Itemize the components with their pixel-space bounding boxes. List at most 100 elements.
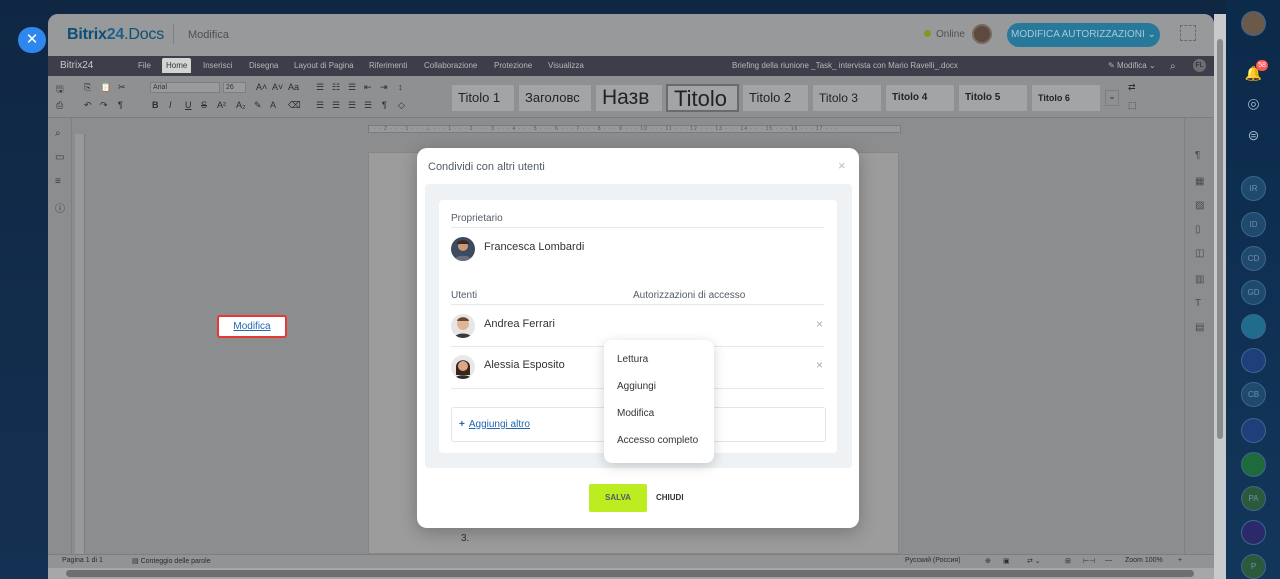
- style-title-ru[interactable]: Назв: [595, 84, 663, 112]
- style-heading-3[interactable]: Titolo 3: [812, 84, 882, 112]
- spellcheck-icon[interactable]: ▣: [1003, 557, 1010, 565]
- menu-insert[interactable]: Inserisci: [203, 61, 232, 70]
- chat-icon[interactable]: [1241, 314, 1266, 339]
- fullscreen-icon[interactable]: [1180, 25, 1196, 41]
- horizontal-scrollbar[interactable]: [48, 568, 1214, 579]
- bullet-list-icon[interactable]: ☰: [316, 82, 324, 93]
- close-icon[interactable]: ×: [838, 158, 846, 173]
- vertical-scrollbar[interactable]: [1214, 14, 1226, 579]
- horizontal-ruler[interactable]: · · · 2 · · · 1 · · · ⌂ · · · 1 · · · 2 …: [368, 125, 901, 133]
- menu-view[interactable]: Visualizza: [548, 61, 584, 70]
- shape-settings-icon[interactable]: ◫: [1195, 248, 1204, 259]
- italic-icon[interactable]: I: [169, 100, 172, 110]
- chart-settings-icon[interactable]: ▥: [1195, 274, 1204, 285]
- team-icon[interactable]: [1241, 452, 1266, 477]
- menu-collaboration[interactable]: Collaborazione: [424, 61, 477, 70]
- menu-references[interactable]: Riferimenti: [369, 61, 407, 70]
- increase-indent-icon[interactable]: ⇥: [380, 82, 388, 93]
- multilevel-list-icon[interactable]: ☰: [348, 82, 356, 93]
- search-chat-icon[interactable]: ⊜: [1241, 124, 1266, 149]
- contact-avatar-pa[interactable]: PA: [1241, 486, 1266, 511]
- fit-width-icon[interactable]: ⊢⊣: [1083, 557, 1095, 565]
- menu-file[interactable]: File: [138, 61, 151, 70]
- search-icon[interactable]: ⌕: [55, 128, 61, 139]
- word-count[interactable]: ▤ Conteggio delle parole: [132, 557, 211, 565]
- group-chat-icon[interactable]: [1241, 348, 1266, 373]
- vertical-scroll-thumb[interactable]: [1217, 39, 1223, 439]
- remove-user-icon[interactable]: ×: [816, 358, 823, 372]
- comments-icon[interactable]: ▭: [55, 152, 64, 163]
- contacts-icon[interactable]: [1241, 418, 1266, 443]
- highlight-icon[interactable]: ✎: [254, 100, 262, 111]
- contact-avatar-gd[interactable]: GD: [1241, 280, 1266, 305]
- navigation-icon[interactable]: ≡: [55, 176, 61, 187]
- remove-user-icon[interactable]: ×: [816, 317, 823, 331]
- redo-icon[interactable]: ↷: [100, 100, 108, 111]
- zoom-out-icon[interactable]: —: [1105, 557, 1112, 564]
- font-shrink-icon[interactable]: A˅: [272, 82, 283, 92]
- globe-icon[interactable]: ⊕: [985, 557, 991, 565]
- decrease-indent-icon[interactable]: ⇤: [364, 82, 372, 93]
- change-case-icon[interactable]: Aa: [288, 82, 299, 92]
- line-spacing-icon[interactable]: ↕: [398, 82, 403, 92]
- font-size-select[interactable]: 26: [223, 82, 246, 93]
- superscript-icon[interactable]: A²: [217, 100, 226, 110]
- track-changes-icon[interactable]: ⇄ ⌄: [1027, 557, 1041, 565]
- subscript-icon[interactable]: A₂: [236, 100, 246, 110]
- add-more-link[interactable]: + Aggiungi altro: [459, 419, 530, 430]
- font-family-select[interactable]: Arial: [150, 82, 220, 93]
- print-icon[interactable]: ⎙: [56, 100, 63, 111]
- menu-protection[interactable]: Protezione: [494, 61, 532, 70]
- signature-icon[interactable]: ▤: [1195, 322, 1204, 333]
- save-button[interactable]: SALVA: [589, 484, 647, 512]
- contact-avatar-cb[interactable]: CB: [1241, 382, 1266, 407]
- network-icon[interactable]: ◎: [1241, 92, 1266, 117]
- option-full-access[interactable]: Accesso completo: [617, 435, 698, 446]
- image-settings-icon[interactable]: ▨: [1195, 200, 1204, 211]
- channel-icon[interactable]: [1241, 520, 1266, 545]
- profile-avatar[interactable]: [1241, 11, 1266, 36]
- style-title[interactable]: Titolo: [666, 84, 739, 112]
- copy-icon[interactable]: ⎘: [84, 82, 91, 93]
- align-right-icon[interactable]: ☰: [348, 100, 356, 111]
- format-painter-icon[interactable]: ¶: [118, 100, 123, 110]
- justify-icon[interactable]: ☰: [364, 100, 372, 111]
- fit-page-icon[interactable]: ⊞: [1065, 557, 1071, 565]
- close-button[interactable]: CHIUDI: [656, 493, 684, 502]
- style-heading-6[interactable]: Titolo 6: [1031, 84, 1101, 112]
- bold-icon[interactable]: B: [152, 100, 159, 110]
- contact-avatar-id[interactable]: ID: [1241, 212, 1266, 237]
- align-center-icon[interactable]: ☰: [332, 100, 340, 111]
- clear-format-icon[interactable]: ⌫: [288, 100, 301, 111]
- save-icon[interactable]: 🖫: [56, 82, 64, 98]
- style-heading-1[interactable]: Titolo 1: [451, 84, 515, 112]
- underline-icon[interactable]: U: [185, 100, 192, 110]
- styles-expand-icon[interactable]: ⌄: [1105, 90, 1119, 106]
- option-edit[interactable]: Modifica: [617, 408, 654, 419]
- current-user-avatar[interactable]: [972, 24, 992, 44]
- numbered-list-icon[interactable]: ☷: [332, 82, 340, 93]
- style-heading-ru[interactable]: Заголовс: [518, 84, 592, 112]
- paragraph-settings-icon[interactable]: ¶: [1195, 150, 1200, 161]
- option-add[interactable]: Aggiungi: [617, 381, 656, 392]
- undo-icon[interactable]: ↶: [84, 100, 92, 111]
- header-footer-icon[interactable]: ▯: [1195, 224, 1201, 235]
- option-read[interactable]: Lettura: [617, 354, 648, 365]
- contact-avatar-p[interactable]: P: [1241, 554, 1266, 579]
- style-heading-5[interactable]: Titolo 5: [958, 84, 1028, 112]
- style-heading-4[interactable]: Titolo 4: [885, 84, 955, 112]
- table-settings-icon[interactable]: ▦: [1195, 176, 1204, 187]
- modify-permissions-button[interactable]: MODIFICA AUTORIZZAZIONI ⌄: [1007, 23, 1160, 47]
- menu-home[interactable]: Home: [162, 58, 192, 73]
- language-select[interactable]: Русский (Россия): [905, 557, 961, 564]
- search-icon[interactable]: ⌕: [1170, 61, 1176, 72]
- paragraph-marks-icon[interactable]: ¶: [382, 100, 387, 110]
- contact-avatar-cd[interactable]: CD: [1241, 246, 1266, 271]
- text-art-icon[interactable]: T: [1195, 298, 1201, 309]
- close-slider-button[interactable]: ✕: [18, 27, 46, 53]
- zoom-in-icon[interactable]: +: [1178, 557, 1182, 564]
- menu-layout[interactable]: Layout di Pagina: [294, 61, 354, 70]
- replace-icon[interactable]: ⇄: [1128, 82, 1136, 93]
- contact-avatar-ir[interactable]: IR: [1241, 176, 1266, 201]
- shading-icon[interactable]: ◇: [398, 100, 405, 111]
